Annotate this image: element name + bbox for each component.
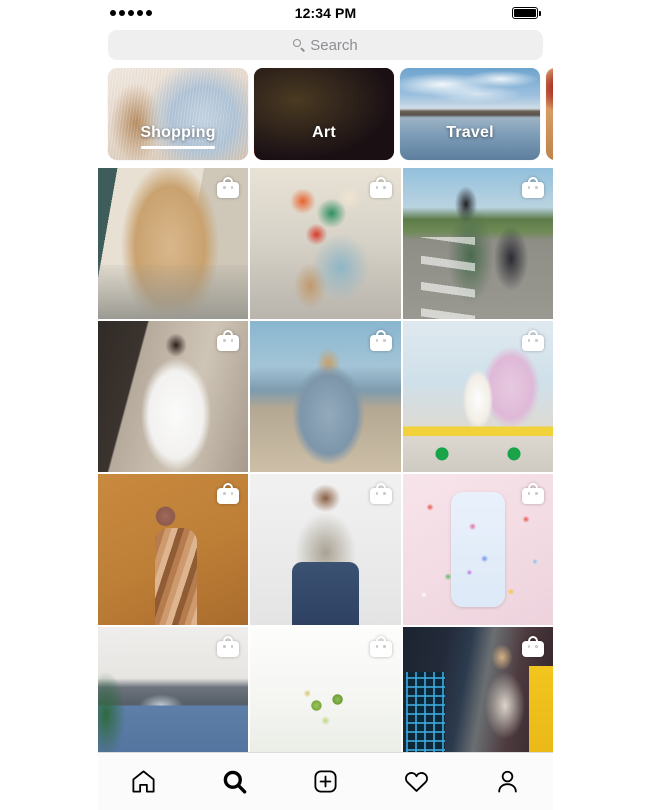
phone-viewport: 12:34 PM Search Shopping Art Travel xyxy=(98,0,553,810)
post-tile[interactable] xyxy=(250,627,401,752)
person-icon xyxy=(494,768,521,795)
category-chip-label: Shopping xyxy=(140,124,216,141)
home-icon xyxy=(130,768,157,795)
post-tile[interactable] xyxy=(402,168,553,319)
category-chip-shopping[interactable]: Shopping xyxy=(108,68,248,160)
category-chip-image xyxy=(400,68,540,160)
tab-activity[interactable] xyxy=(391,760,443,804)
search-input[interactable]: Search xyxy=(108,30,543,60)
shopping-bag-icon xyxy=(369,636,392,657)
category-chip-row[interactable]: Shopping Art Travel xyxy=(98,68,553,168)
post-tile[interactable] xyxy=(402,627,553,752)
shopping-bag-icon xyxy=(217,483,240,504)
shopping-bag-icon xyxy=(217,330,240,351)
post-tile[interactable] xyxy=(402,321,553,472)
category-chip-image xyxy=(546,68,553,160)
search-icon xyxy=(221,768,248,795)
explore-post-grid[interactable] xyxy=(98,168,553,752)
shopping-bag-icon xyxy=(521,177,544,198)
tab-create[interactable] xyxy=(300,760,352,804)
heart-icon xyxy=(403,768,430,795)
search-icon xyxy=(293,39,305,51)
category-chip-image xyxy=(254,68,394,160)
category-chip-label: Art xyxy=(312,124,336,141)
plus-square-icon xyxy=(312,768,339,795)
shopping-bag-icon xyxy=(217,177,240,198)
tab-home[interactable] xyxy=(118,760,170,804)
status-time: 12:34 PM xyxy=(294,5,357,21)
search-bar-container: Search xyxy=(98,26,553,68)
tab-profile[interactable] xyxy=(482,760,534,804)
bottom-tab-bar xyxy=(98,752,553,810)
category-chip-partial[interactable] xyxy=(546,68,553,160)
category-active-underline xyxy=(141,146,215,149)
status-bar: 12:34 PM xyxy=(98,0,553,26)
category-chip-travel[interactable]: Travel xyxy=(400,68,540,160)
screenshot-root: 12:34 PM Search Shopping Art Travel xyxy=(0,0,650,810)
shopping-bag-icon xyxy=(521,330,544,351)
shopping-bag-icon xyxy=(217,636,240,657)
shopping-bag-icon xyxy=(369,330,392,351)
category-chip-label: Travel xyxy=(446,124,494,141)
tab-search[interactable] xyxy=(209,760,261,804)
shopping-bag-icon xyxy=(369,483,392,504)
category-chip-art[interactable]: Art xyxy=(254,68,394,160)
post-tile[interactable] xyxy=(250,321,401,472)
post-tile[interactable] xyxy=(98,627,249,752)
post-tile[interactable] xyxy=(98,321,249,472)
post-tile[interactable] xyxy=(98,474,249,625)
shopping-bag-icon xyxy=(521,483,544,504)
post-tile[interactable] xyxy=(98,168,249,319)
search-placeholder: Search xyxy=(310,36,358,54)
shopping-bag-icon xyxy=(369,177,392,198)
post-tile[interactable] xyxy=(250,168,401,319)
post-tile[interactable] xyxy=(402,474,553,625)
shopping-bag-icon xyxy=(521,636,544,657)
post-tile[interactable] xyxy=(250,474,401,625)
